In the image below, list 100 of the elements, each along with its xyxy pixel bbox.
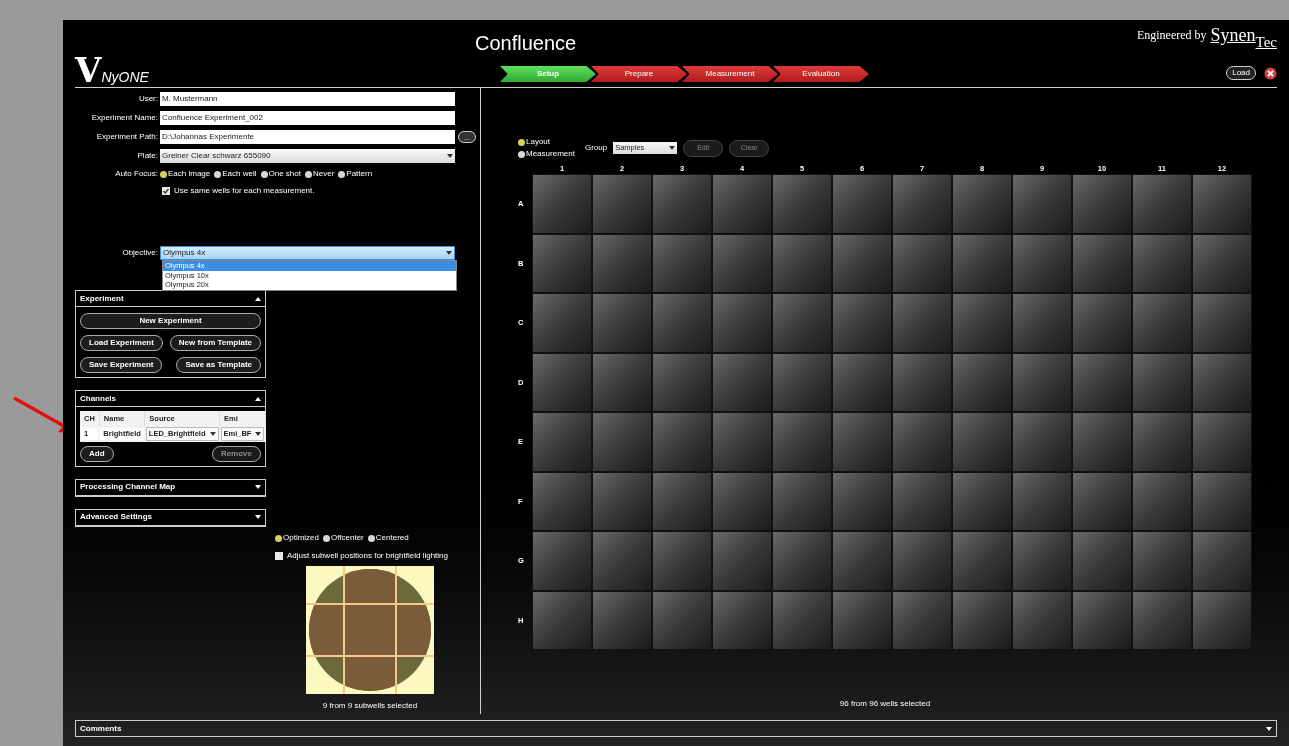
well[interactable]: [1132, 412, 1192, 472]
pill-button[interactable]: New Experiment: [80, 313, 261, 329]
well[interactable]: [1072, 412, 1132, 472]
well[interactable]: [832, 590, 892, 651]
well[interactable]: [1192, 412, 1252, 472]
well[interactable]: [832, 233, 892, 294]
well[interactable]: [592, 174, 652, 234]
radio-option[interactable]: Never: [304, 168, 335, 180]
well[interactable]: [772, 174, 832, 234]
well[interactable]: [532, 233, 592, 294]
panel-header[interactable]: Channels: [76, 391, 265, 407]
well[interactable]: [892, 352, 952, 413]
well[interactable]: [1192, 590, 1252, 651]
expand-icon[interactable]: [255, 515, 261, 519]
objective-dropdown[interactable]: Olympus 4x: [160, 246, 455, 260]
well[interactable]: [1012, 531, 1072, 591]
well[interactable]: [1132, 293, 1192, 353]
well[interactable]: [592, 352, 652, 413]
well[interactable]: [952, 293, 1012, 353]
well[interactable]: [1072, 233, 1132, 294]
well[interactable]: [592, 412, 652, 472]
well[interactable]: [592, 590, 652, 651]
well[interactable]: [832, 174, 892, 234]
radio-option[interactable]: Optimized: [275, 532, 319, 544]
well[interactable]: [892, 590, 952, 651]
well[interactable]: [1012, 233, 1072, 294]
well[interactable]: [1132, 233, 1192, 294]
well[interactable]: [1192, 233, 1252, 294]
well[interactable]: [532, 590, 592, 651]
pill-button[interactable]: Load Experiment: [80, 335, 163, 351]
well[interactable]: [592, 471, 652, 532]
well[interactable]: [532, 352, 592, 413]
well[interactable]: [952, 531, 1012, 591]
well[interactable]: [1192, 293, 1252, 353]
well[interactable]: [712, 471, 772, 532]
well[interactable]: [1072, 531, 1132, 591]
expand-icon[interactable]: [255, 431, 262, 436]
well[interactable]: [832, 352, 892, 413]
well[interactable]: [892, 293, 952, 353]
well[interactable]: [1072, 293, 1132, 353]
well[interactable]: [1072, 352, 1132, 413]
well[interactable]: [652, 174, 712, 234]
well[interactable]: [892, 174, 952, 234]
plate-dropdown[interactable]: Greiner Clear schwarz 655090: [160, 149, 455, 163]
well[interactable]: [1132, 174, 1192, 234]
expand-icon[interactable]: [1266, 726, 1272, 731]
well[interactable]: [832, 471, 892, 532]
well[interactable]: [1012, 412, 1072, 472]
well[interactable]: [1072, 174, 1132, 234]
well[interactable]: [592, 531, 652, 591]
same-wells-checkbox[interactable]: Use same wells for each measurement.: [162, 185, 480, 197]
well[interactable]: [892, 531, 952, 591]
expand-icon[interactable]: [255, 485, 261, 489]
well[interactable]: [1012, 590, 1072, 651]
expand-icon[interactable]: [209, 431, 216, 436]
radio-option[interactable]: Pattern: [338, 168, 373, 180]
close-icon[interactable]: [1264, 66, 1277, 80]
well[interactable]: [1132, 531, 1192, 591]
well[interactable]: [652, 531, 712, 591]
well[interactable]: [1192, 352, 1252, 413]
well[interactable]: [952, 174, 1012, 234]
well[interactable]: [1012, 352, 1072, 413]
well[interactable]: [892, 471, 952, 532]
well[interactable]: [952, 352, 1012, 413]
step-tab[interactable]: Measurement: [682, 66, 778, 82]
well[interactable]: [652, 352, 712, 413]
panel-header[interactable]: Advanced Settings: [76, 509, 265, 526]
subwell-diagram[interactable]: [306, 566, 434, 694]
well[interactable]: [1132, 471, 1192, 532]
collapse-icon[interactable]: [255, 296, 261, 301]
well[interactable]: [712, 233, 772, 294]
radio-option[interactable]: Layout: [518, 136, 575, 148]
well[interactable]: [712, 174, 772, 234]
text-field[interactable]: M. Mustermann: [160, 92, 455, 106]
well[interactable]: [532, 471, 592, 532]
well[interactable]: [772, 531, 832, 591]
well[interactable]: [532, 531, 592, 591]
well[interactable]: [892, 233, 952, 294]
well[interactable]: [1132, 352, 1192, 413]
radio-option[interactable]: Each image: [160, 168, 211, 180]
step-tab[interactable]: Prepare: [591, 66, 687, 82]
well[interactable]: [592, 293, 652, 353]
well[interactable]: [532, 174, 592, 234]
well[interactable]: [1012, 174, 1072, 234]
comments-bar[interactable]: Comments: [75, 720, 1277, 737]
well[interactable]: [952, 471, 1012, 532]
radio-option[interactable]: Each well: [214, 168, 257, 180]
expand-icon[interactable]: [446, 251, 452, 255]
well[interactable]: [652, 233, 712, 294]
well[interactable]: [832, 531, 892, 591]
well[interactable]: [772, 590, 832, 651]
well[interactable]: [832, 412, 892, 472]
panel-header[interactable]: Experiment: [76, 291, 265, 307]
collapse-icon[interactable]: [255, 396, 261, 401]
well[interactable]: [772, 471, 832, 532]
pill-button[interactable]: Save as Template: [176, 357, 261, 373]
well[interactable]: [532, 293, 592, 353]
well[interactable]: [952, 412, 1012, 472]
adjust-checkbox[interactable]: Adjust subwell positions for brightfield lighting: [275, 550, 448, 562]
well[interactable]: [712, 590, 772, 651]
